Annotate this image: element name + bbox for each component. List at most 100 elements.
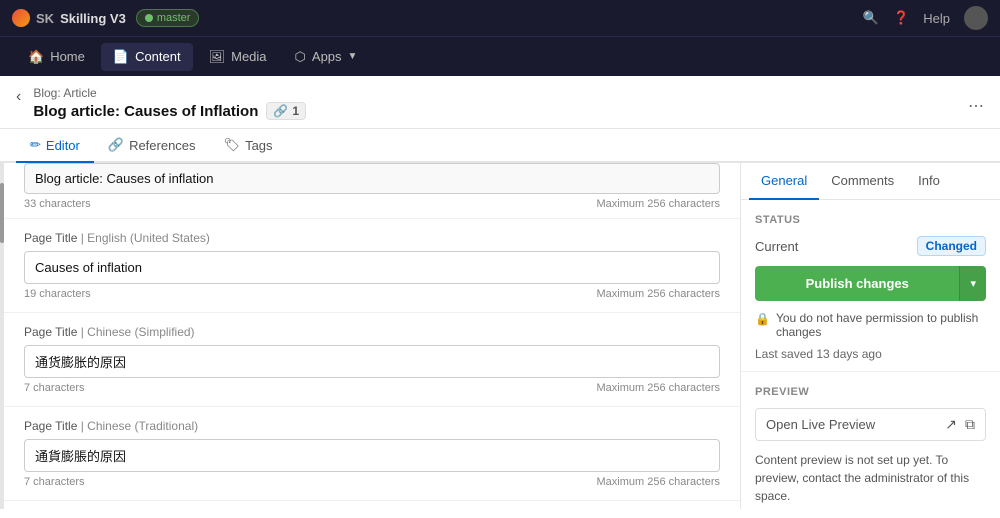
publish-btn-wrap: Publish changes ▾: [755, 266, 986, 301]
apps-icon: ⬡: [295, 49, 306, 65]
permission-text: You do not have permission to publish ch…: [776, 311, 986, 339]
main-layout: Blog article: Causes of inflation 33 cha…: [0, 163, 1000, 509]
label-text-english: Page Title: [24, 231, 77, 245]
char-max-chinese-trad: Maximum 256 characters: [597, 476, 721, 488]
right-tabs: General Comments Info: [741, 163, 1000, 200]
link-count: 1: [292, 104, 299, 118]
home-icon: 🏠: [28, 49, 44, 65]
content-area: Blog article: Causes of inflation 33 cha…: [4, 163, 740, 509]
lang-text-chinese: Chinese (Simplified): [87, 325, 194, 339]
top-nav-right: 🔍 ❓ Help: [863, 6, 988, 30]
char-count-english: 19 characters Maximum 256 characters: [24, 288, 720, 300]
preview-btn-row[interactable]: Open Live Preview ↗ ⧉: [755, 408, 986, 441]
input-page-title-chinese[interactable]: [24, 345, 720, 378]
field-page-title-chinese: Page Title | Chinese (Simplified) 7 char…: [4, 313, 740, 407]
field-page-title-filipino: Page Title | Filipino: [4, 501, 740, 509]
home-label: Home: [50, 49, 85, 64]
field-page-title-english: Page Title | English (United States) 19 …: [4, 219, 740, 313]
top-partial-field: Blog article: Causes of inflation 33 cha…: [4, 163, 740, 219]
media-icon: 🖼: [209, 49, 226, 65]
label-text-chinese: Page Title: [24, 325, 77, 339]
nav-home[interactable]: 🏠 Home: [16, 43, 97, 71]
status-row: Current Changed: [755, 236, 986, 256]
nav-apps[interactable]: ⬡ Apps ▼: [283, 43, 370, 71]
more-options-button[interactable]: ⋯: [968, 96, 984, 116]
status-section-title: STATUS: [755, 214, 986, 226]
char-left-english: 19 characters: [24, 288, 91, 300]
apps-label: Apps: [312, 49, 342, 64]
char-max-chinese: Maximum 256 characters: [597, 382, 721, 394]
label-text-chinese-trad: Page Title: [24, 419, 77, 433]
editor-tab-label: Editor: [46, 138, 80, 153]
lang-text-english: English (United States): [87, 231, 210, 245]
top-char-max: Maximum 256 characters: [597, 198, 721, 210]
publish-button[interactable]: Publish changes: [755, 266, 959, 301]
tab-tags[interactable]: 🏷 Tags: [210, 129, 287, 163]
external-link-icon[interactable]: ↗: [945, 416, 957, 433]
brand: SK Skilling V3: [12, 9, 126, 27]
status-label: Current: [755, 239, 798, 254]
content-label: Content: [135, 49, 181, 64]
references-icon: 🔗: [108, 137, 124, 153]
preview-section: PREVIEW Open Live Preview ↗ ⧉ Content pr…: [741, 372, 1000, 509]
field-label-english: Page Title | English (United States): [24, 231, 720, 245]
field-page-title-chinese-trad: Page Title | Chinese (Traditional) 7 cha…: [4, 407, 740, 501]
right-tab-info[interactable]: Info: [906, 163, 952, 200]
tags-icon: 🏷: [224, 137, 241, 153]
media-label: Media: [231, 49, 266, 64]
top-char-left: 33 characters: [24, 198, 91, 210]
top-nav: SK Skilling V3 master 🔍 ❓ Help: [0, 0, 1000, 36]
tags-tab-label: Tags: [245, 138, 272, 153]
last-saved: Last saved 13 days ago: [755, 347, 986, 361]
nav-content[interactable]: 📄 Content: [101, 43, 193, 71]
branch-name: master: [157, 12, 191, 24]
right-tab-comments[interactable]: Comments: [819, 163, 906, 200]
preview-section-title: PREVIEW: [755, 386, 986, 398]
editor-icon: ✏: [30, 137, 41, 153]
publish-caret-button[interactable]: ▾: [959, 266, 986, 301]
back-button[interactable]: ‹: [16, 88, 25, 106]
link-badge[interactable]: 🔗 1: [266, 102, 306, 120]
char-count-chinese-trad: 7 characters Maximum 256 characters: [24, 476, 720, 488]
branch-tag[interactable]: master: [136, 9, 200, 27]
status-badge: Changed: [917, 236, 986, 256]
top-field-value: Blog article: Causes of inflation: [24, 163, 720, 194]
avatar[interactable]: [964, 6, 988, 30]
workspace-name: Skilling V3: [60, 11, 126, 26]
nav-media[interactable]: 🖼 Media: [197, 43, 279, 71]
preview-icons: ↗ ⧉: [945, 416, 975, 433]
references-tab-label: References: [129, 138, 195, 153]
apps-caret-icon: ▼: [348, 51, 358, 62]
workspace-initials: SK: [36, 11, 54, 26]
preview-btn-label: Open Live Preview: [766, 417, 875, 432]
input-page-title-chinese-trad[interactable]: [24, 439, 720, 472]
char-left-chinese-trad: 7 characters: [24, 476, 85, 488]
tab-references[interactable]: 🔗 References: [94, 129, 210, 163]
help-icon[interactable]: ❓: [893, 10, 909, 26]
page-title: Blog article: Causes of Inflation: [33, 103, 258, 120]
field-label-chinese-trad: Page Title | Chinese (Traditional): [24, 419, 720, 433]
top-char-count: 33 characters Maximum 256 characters: [24, 198, 720, 210]
char-left-chinese: 7 characters: [24, 382, 85, 394]
tabs-bar: ✏ Editor 🔗 References 🏷 Tags: [0, 129, 1000, 163]
lang-text-chinese-trad: Chinese (Traditional): [87, 419, 198, 433]
right-tab-general[interactable]: General: [749, 163, 819, 200]
search-icon[interactable]: 🔍: [863, 10, 879, 26]
branch-dot: [145, 14, 153, 22]
lock-icon: 🔒: [755, 312, 770, 326]
input-page-title-english[interactable]: [24, 251, 720, 284]
help-label: Help: [923, 11, 950, 26]
breadcrumb-title: Blog article: Causes of Inflation 🔗 1: [33, 102, 960, 128]
link-icon: 🔗: [273, 104, 288, 118]
contentful-logo: [12, 9, 30, 27]
right-panel: General Comments Info STATUS Current Cha…: [740, 163, 1000, 509]
char-count-chinese: 7 characters Maximum 256 characters: [24, 382, 720, 394]
status-section: STATUS Current Changed Publish changes ▾…: [741, 200, 1000, 372]
copy-icon[interactable]: ⧉: [965, 416, 975, 433]
field-label-chinese: Page Title | Chinese (Simplified): [24, 325, 720, 339]
content-icon: 📄: [113, 49, 129, 65]
second-nav: 🏠 Home 📄 Content 🖼 Media ⬡ Apps ▼: [0, 36, 1000, 76]
preview-note: Content preview is not set up yet. To pr…: [755, 451, 986, 505]
tab-editor[interactable]: ✏ Editor: [16, 129, 94, 163]
permission-note: 🔒 You do not have permission to publish …: [755, 311, 986, 339]
